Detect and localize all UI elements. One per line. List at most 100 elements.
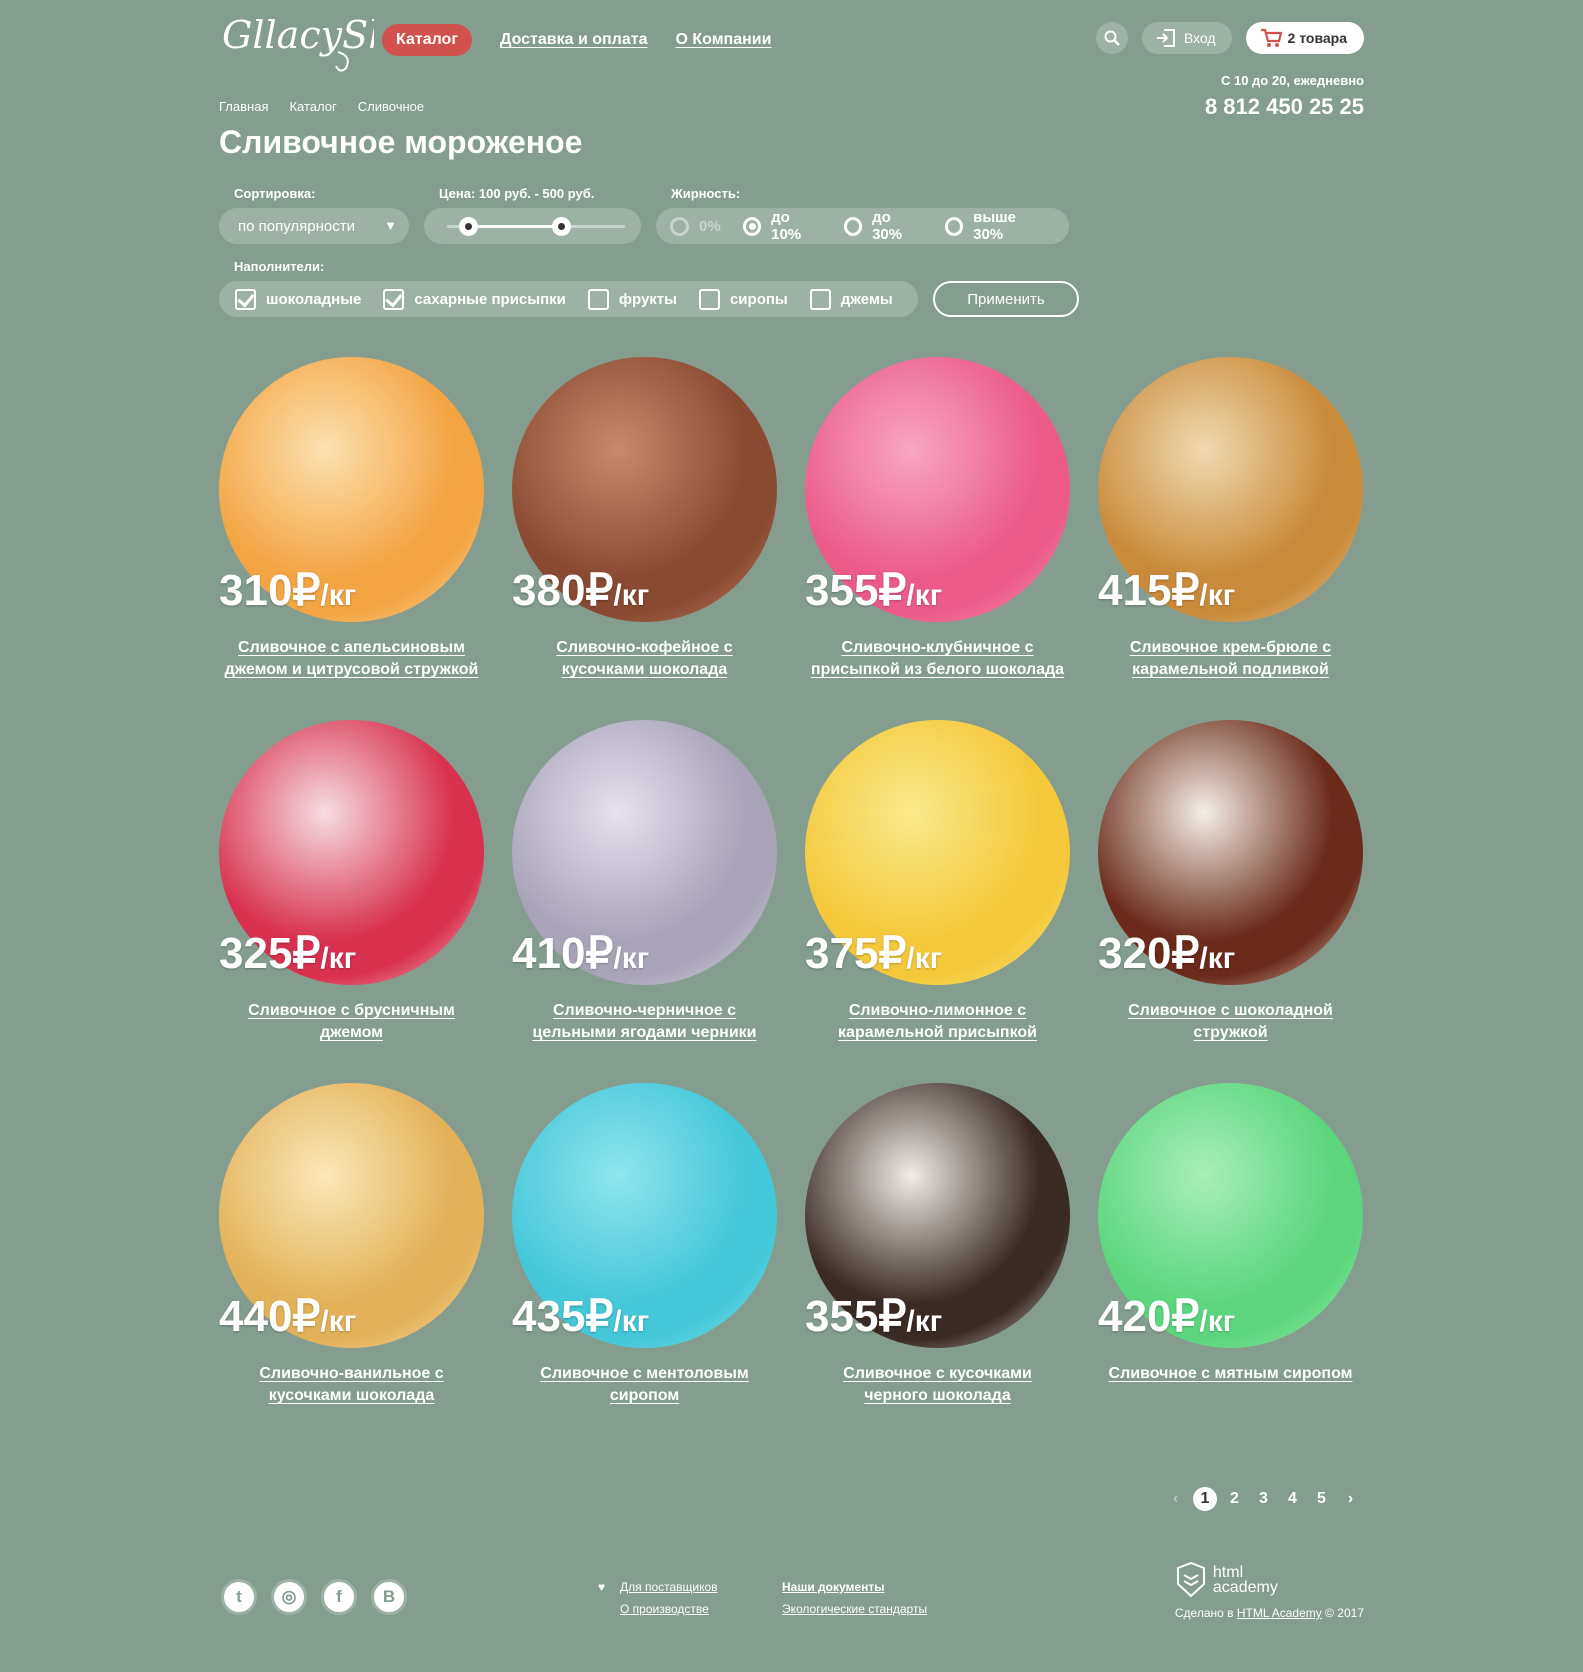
sort-select[interactable]: по популярности ▼ [219, 208, 409, 244]
fat-option-label: выше 30% [973, 209, 1017, 243]
fat-option-label: 0% [699, 217, 721, 235]
product-price: 375₽/кг [805, 928, 942, 979]
page-1-button[interactable]: 1 [1193, 1487, 1217, 1511]
radio-circle-icon [670, 216, 689, 236]
price-unit: /кг [1199, 579, 1236, 612]
filling-label: сиропы [729, 290, 788, 308]
documents-link[interactable]: Наши документы [782, 1576, 927, 1598]
product-name-link[interactable]: Сливочное с шоколадной стружкой [1128, 1002, 1333, 1041]
page-2-button[interactable]: 2 [1220, 1490, 1249, 1508]
academy-logo-line2: academy [1212, 1579, 1278, 1596]
price-track-fill [468, 225, 561, 228]
price-value: 355₽ [805, 566, 907, 615]
product-name-link[interactable]: Сливочно-лимонное с карамельной присыпко… [838, 1002, 1037, 1041]
next-page-button[interactable]: › [1336, 1490, 1365, 1508]
production-link[interactable]: О производстве [620, 1598, 718, 1620]
radio-circle-icon [944, 216, 964, 236]
price-unit: /кг [906, 942, 943, 975]
product-name-link[interactable]: Сливочно-ванильное с кусочками шоколада [259, 1365, 443, 1404]
filling-label: шоколадные [266, 290, 362, 308]
login-button[interactable]: Вход [1141, 22, 1232, 54]
facebook-icon[interactable]: f [321, 1579, 357, 1615]
fat-option[interactable]: выше 30% [944, 209, 1047, 243]
filling-label: джемы [840, 290, 893, 308]
twitter-icon[interactable]: t [221, 1579, 257, 1615]
price-max-handle[interactable] [551, 217, 571, 236]
price-value: 375₽ [805, 929, 907, 978]
page-3-button[interactable]: 3 [1249, 1490, 1278, 1508]
product-name-link[interactable]: Сливочное с ментоловым сиропом [540, 1365, 748, 1404]
price-value: 410₽ [512, 929, 614, 978]
price-min-handle[interactable] [459, 217, 479, 236]
search-icon [1104, 30, 1120, 46]
vkontakte-icon[interactable]: B [371, 1579, 407, 1615]
product-name-link[interactable]: Сливочное с мятным сиропом [1109, 1365, 1353, 1382]
product-card: 355₽/кг Сливочное с кусочками черного шок… [805, 1083, 1070, 1446]
nav-catalog[interactable]: Каталог [382, 24, 472, 56]
fat-option[interactable]: до 30% [843, 209, 923, 243]
suppliers-link[interactable]: ♥ Для поставщиков [598, 1576, 718, 1598]
prev-page-button[interactable]: ‹ [1161, 1490, 1190, 1508]
made-in-prefix: Сделано в [1174, 1606, 1237, 1620]
phone-number[interactable]: 8 812 450 25 25 [1205, 94, 1364, 120]
product-name-link[interactable]: Сливочное крем-брюле с карамельной подли… [1130, 639, 1331, 678]
cart-button[interactable]: 2 товара [1245, 22, 1364, 54]
academy-logo-line1: html [1212, 1564, 1244, 1581]
product-price: 440₽/кг [219, 1291, 356, 1342]
nav-company[interactable]: О Компании [675, 31, 771, 49]
product-card: 320₽/кг Сливочное с шоколадной стружкой [1098, 720, 1363, 1083]
search-button[interactable] [1095, 22, 1128, 54]
product-name-link[interactable]: Сливочное с брусничным джемом [248, 1002, 455, 1041]
fat-option[interactable]: до 10% [742, 209, 822, 243]
product-card: 355₽/кг Сливочно-клубничное с присыпкой и… [805, 357, 1070, 720]
product-price: 320₽/кг [1098, 928, 1235, 979]
fat-radio-group: 0% до 10% до 30% выше 30% [656, 208, 1069, 244]
price-track [447, 217, 625, 236]
social-links: t ◎ f B [221, 1579, 407, 1615]
checkbox-box-icon [235, 288, 256, 310]
radio-circle-icon [843, 216, 863, 236]
filling-checkbox[interactable]: джемы [809, 288, 893, 310]
product-price: 435₽/кг [512, 1291, 649, 1342]
filling-checkbox[interactable]: шоколадные [235, 288, 362, 310]
price-label: Цена: 100 руб. - 500 руб. [439, 186, 595, 201]
product-price: 310₽/кг [219, 565, 356, 616]
fat-option-label: до 30% [872, 209, 903, 243]
breadcrumb-home[interactable]: Главная [219, 99, 268, 114]
price-unit: /кг [320, 942, 357, 975]
heart-icon: ♥ [598, 1580, 606, 1594]
product-price: 420₽/кг [1098, 1291, 1235, 1342]
filling-checkbox[interactable]: сахарные присыпки [383, 288, 566, 310]
page-5-button[interactable]: 5 [1307, 1490, 1336, 1508]
product-name-link[interactable]: Сливочное с апельсиновым джемом и цитрус… [225, 639, 479, 678]
product-name-link[interactable]: Сливочно-черничное с цельными ягодами че… [532, 1002, 756, 1041]
product-price: 415₽/кг [1098, 565, 1235, 616]
product-price: 410₽/кг [512, 928, 649, 979]
product-card: 420₽/кг Сливочное с мятным сиропом [1098, 1083, 1363, 1446]
instagram-icon[interactable]: ◎ [271, 1579, 307, 1615]
filling-checkbox[interactable]: сиропы [698, 288, 788, 310]
cart-icon [1260, 28, 1282, 47]
nav-delivery[interactable]: Доставка и оплата [500, 31, 648, 49]
login-label: Вход [1183, 30, 1216, 46]
html-academy-logo[interactable]: html academy [1175, 1562, 1281, 1598]
product-name-link[interactable]: Сливочно-клубничное с присыпкой из белог… [811, 639, 1064, 678]
footer-links-col1: ♥ Для поставщиков О производстве [598, 1576, 718, 1620]
product-name-link[interactable]: Сливочное с кусочками черного шоколада [843, 1365, 1032, 1404]
page-4-button[interactable]: 4 [1278, 1490, 1307, 1508]
price-value: 355₽ [805, 1292, 907, 1341]
filling-checkbox[interactable]: фрукты [587, 288, 677, 310]
breadcrumb-catalog[interactable]: Каталог [289, 99, 336, 114]
product-name: Сливочно-лимонное с карамельной присыпко… [805, 1000, 1070, 1044]
apply-button[interactable]: Применить [933, 281, 1079, 317]
gllacyshop-logo[interactable]: GllacyShop [218, 8, 374, 74]
fat-label: Жирность: [671, 186, 741, 201]
product-card: 440₽/кг Сливочно-ванильное с кусочками шо… [219, 1083, 484, 1446]
product-card: 310₽/кг Сливочное с апельсиновым джемом и… [219, 357, 484, 720]
checkbox-box-icon [587, 288, 609, 310]
eco-standards-link[interactable]: Экологические стандарты [782, 1598, 927, 1620]
html-academy-link[interactable]: HTML Academy [1237, 1606, 1322, 1620]
fat-option: 0% [670, 216, 721, 236]
product-name-link[interactable]: Сливочно-кофейное с кусочками шоколада [556, 639, 732, 678]
fillings-label: Наполнители: [234, 259, 325, 274]
